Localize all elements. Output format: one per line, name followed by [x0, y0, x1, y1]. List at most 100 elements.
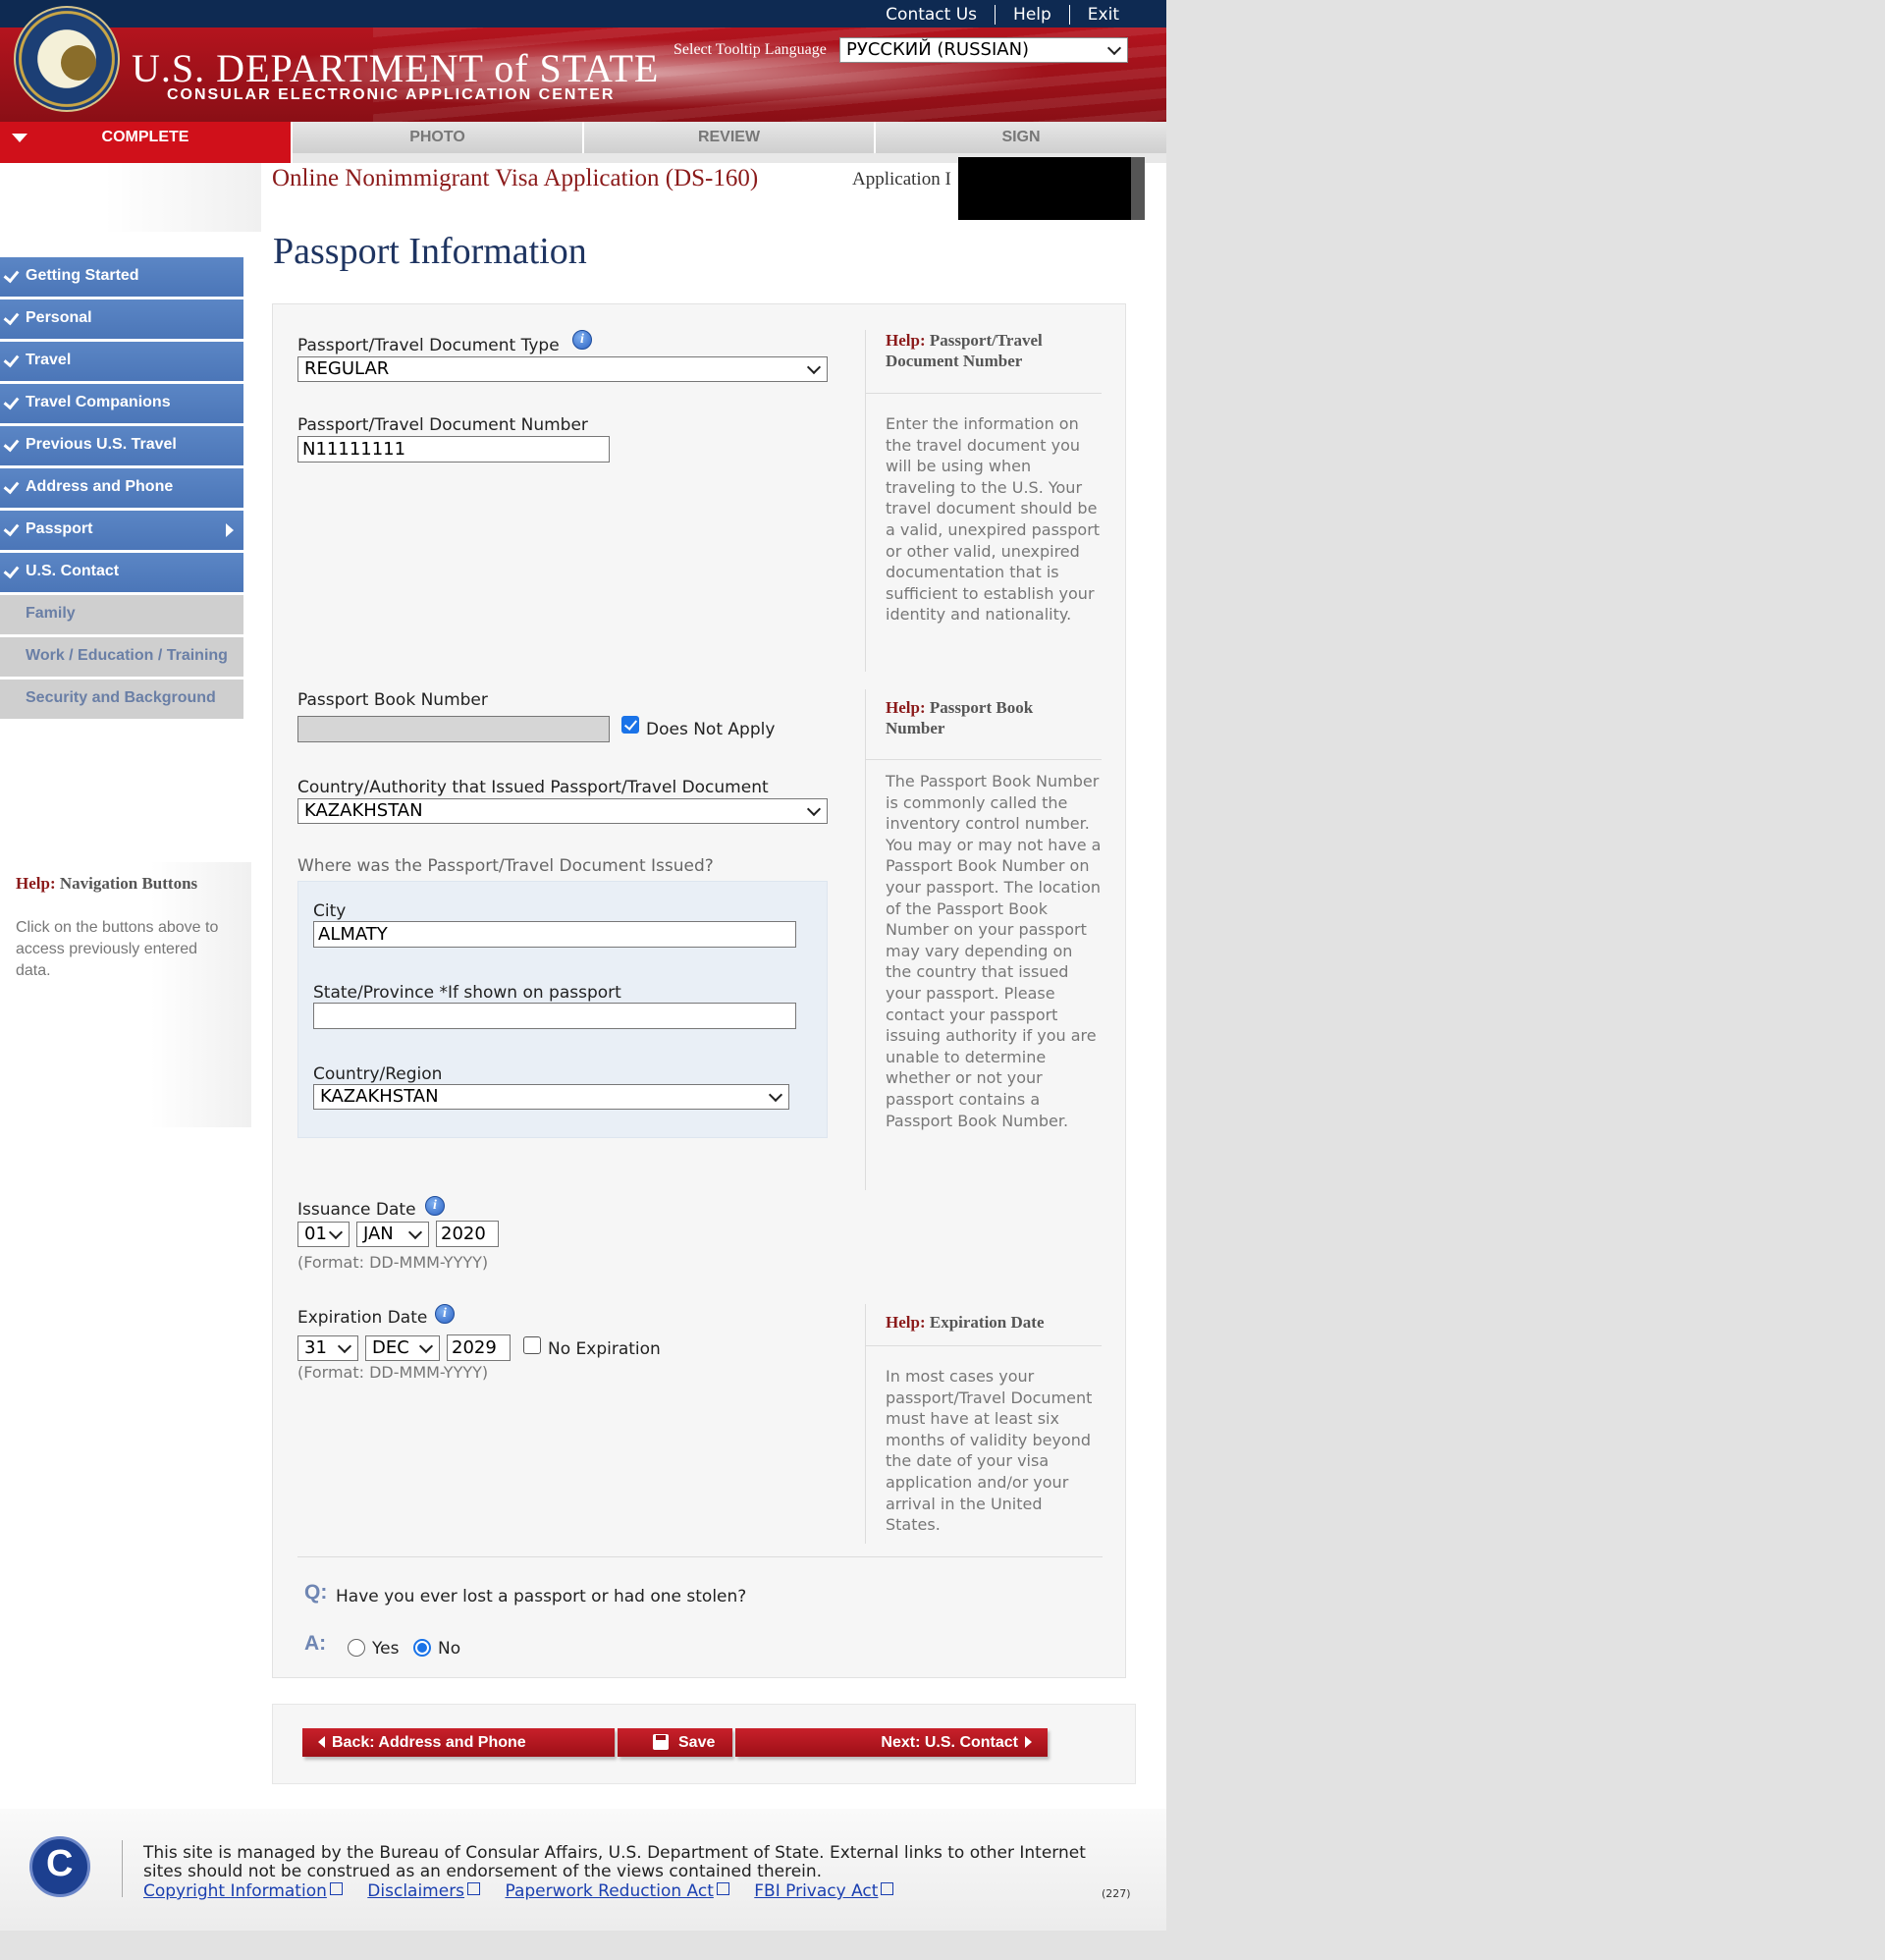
sidebar-item-travel-companions[interactable]: Travel Companions — [0, 384, 243, 423]
tooltip-language-select[interactable]: РУССКИЙ (RUSSIAN) — [839, 37, 1128, 63]
chevron-down-icon — [337, 1338, 352, 1354]
chevron-down-icon — [1106, 40, 1122, 56]
info-icon[interactable]: i — [425, 1196, 445, 1216]
sidebar-nav: Getting Started Personal Travel Travel C… — [0, 257, 243, 722]
sidebar-item-label: Travel — [26, 352, 72, 368]
issuance-day-select[interactable]: 01 — [297, 1222, 350, 1247]
expiration-day-value: 31 — [304, 1337, 327, 1358]
issuance-month-select[interactable]: JAN — [356, 1222, 429, 1247]
application-title: Online Nonimmigrant Visa Application (DS… — [272, 165, 759, 191]
contact-us-link[interactable]: Contact Us — [868, 5, 995, 25]
sidebar-item-travel[interactable]: Travel — [0, 342, 243, 381]
expiration-month-value: DEC — [372, 1337, 409, 1358]
step-complete[interactable]: COMPLETE — [0, 122, 293, 163]
sidebar-item-passport[interactable]: Passport — [0, 511, 243, 550]
sidebar-item-us-contact[interactable]: U.S. Contact — [0, 553, 243, 592]
footer-code: (227) — [1102, 1887, 1131, 1900]
issuing-country-label: Country/Authority that Issued Passport/T… — [297, 778, 769, 797]
state-label: State/Province *If shown on passport — [313, 983, 621, 1003]
check-icon — [3, 393, 20, 410]
tooltip-language-value: РУССКИЙ (RUSSIAN) — [846, 39, 1030, 60]
chevron-down-icon — [328, 1225, 344, 1240]
info-icon[interactable]: i — [435, 1304, 455, 1324]
department-subtitle: CONSULAR ELECTRONIC APPLICATION CENTER — [167, 86, 616, 103]
does-not-apply-label: Does Not Apply — [646, 720, 776, 739]
city-label: City — [313, 901, 347, 921]
answer-no-radio[interactable] — [413, 1639, 431, 1657]
exit-link[interactable]: Exit — [1068, 5, 1137, 25]
page-title: Passport Information — [273, 231, 587, 272]
application-id-label: Application I — [852, 169, 951, 190]
sidebar-item-label: Previous U.S. Travel — [26, 436, 177, 453]
expiration-month-select[interactable]: DEC — [365, 1335, 440, 1361]
question-text: Have you ever lost a passport or had one… — [336, 1587, 747, 1606]
step-photo[interactable]: PHOTO — [293, 122, 584, 153]
issuance-date-label: Issuance Date — [297, 1200, 416, 1220]
sidebar-item-address-and-phone[interactable]: Address and Phone — [0, 468, 243, 508]
paperwork-reduction-link[interactable]: Paperwork Reduction Act — [505, 1881, 729, 1901]
save-button[interactable]: Save — [618, 1728, 732, 1757]
info-icon[interactable]: i — [572, 330, 592, 350]
help-divider — [866, 1345, 1102, 1346]
issuance-year-input[interactable]: 2020 — [436, 1221, 499, 1247]
sidebar-item-getting-started[interactable]: Getting Started — [0, 257, 243, 297]
doc-type-select[interactable]: REGULAR — [297, 356, 828, 382]
redaction-edge — [1131, 157, 1145, 220]
help-divider — [866, 759, 1102, 760]
chevron-down-icon — [418, 1338, 434, 1354]
department-title: U.S. DEPARTMENT of STATE — [132, 46, 660, 90]
help-prefix: Help: — [16, 874, 56, 893]
country-region-label: Country/Region — [313, 1064, 443, 1084]
help-link[interactable]: Help — [995, 5, 1069, 25]
step-review[interactable]: REVIEW — [584, 122, 876, 153]
help-title: Help: Passport/Travel Document Number — [886, 330, 1082, 371]
sidebar-item-personal[interactable]: Personal — [0, 299, 243, 339]
disclaimers-link[interactable]: Disclaimers — [367, 1881, 481, 1901]
no-expiration-checkbox[interactable] — [523, 1336, 541, 1354]
state-input[interactable] — [313, 1003, 796, 1029]
issuing-country-value: KAZAKHSTAN — [304, 800, 423, 821]
check-icon — [3, 308, 20, 326]
chevron-down-icon — [407, 1225, 423, 1240]
sidebar-item-label: Security and Background — [26, 689, 216, 706]
next-button[interactable]: Next: U.S. Contact — [735, 1728, 1048, 1757]
navigation-help: Help: Navigation Buttons Click on the bu… — [0, 862, 251, 1127]
caret-right-icon — [226, 523, 234, 537]
sidebar-item-previous-us-travel[interactable]: Previous U.S. Travel — [0, 426, 243, 465]
back-button[interactable]: Back: Address and Phone — [302, 1728, 615, 1757]
help-prefix: Help: — [886, 331, 926, 350]
help-book-number: Help: Passport Book Number The Passport … — [865, 689, 1102, 1190]
doc-number-input[interactable]: N11111111 — [297, 436, 610, 463]
issuing-country-select[interactable]: KAZAKHSTAN — [297, 798, 828, 824]
book-number-input[interactable] — [297, 716, 610, 742]
help-prefix: Help: — [886, 1313, 926, 1332]
fbi-privacy-link[interactable]: FBI Privacy Act — [754, 1881, 894, 1901]
country-region-select[interactable]: KAZAKHSTAN — [313, 1084, 789, 1110]
sidebar-item-work-education-training[interactable]: Work / Education / Training — [0, 637, 243, 677]
help-title: Help: Expiration Date — [886, 1312, 1082, 1333]
department-seal-icon — [14, 6, 120, 112]
check-icon — [3, 266, 20, 284]
help-text: The Passport Book Number is commonly cal… — [886, 772, 1102, 1130]
answer-yes-radio[interactable] — [348, 1639, 365, 1657]
sidebar-item-family[interactable]: Family — [0, 595, 243, 634]
book-number-label: Passport Book Number — [297, 690, 488, 710]
next-button-label: Next: U.S. Contact — [881, 1734, 1018, 1751]
help-prefix: Help: — [886, 698, 926, 717]
expiration-year-input[interactable]: 2029 — [447, 1334, 511, 1361]
expiration-day-select[interactable]: 31 — [297, 1335, 358, 1361]
save-button-label: Save — [678, 1734, 716, 1751]
chevron-down-icon — [768, 1087, 783, 1103]
sidebar-item-security-and-background[interactable]: Security and Background — [0, 680, 243, 719]
question-mark: Q: — [304, 1581, 328, 1604]
copyright-link[interactable]: Copyright Information — [143, 1881, 343, 1901]
arrow-left-icon — [318, 1736, 325, 1748]
help-text: Enter the information on the travel docu… — [886, 414, 1101, 625]
does-not-apply-checkbox[interactable] — [621, 716, 639, 734]
sidebar-item-label: Passport — [26, 520, 93, 537]
sidebar-item-label: Family — [26, 605, 76, 622]
step-sign[interactable]: SIGN — [876, 122, 1166, 153]
city-input[interactable]: ALMATY — [313, 921, 796, 948]
link-label: FBI Privacy Act — [754, 1881, 879, 1901]
navigation-help-text: Click on the buttons above to access pre… — [16, 919, 219, 979]
